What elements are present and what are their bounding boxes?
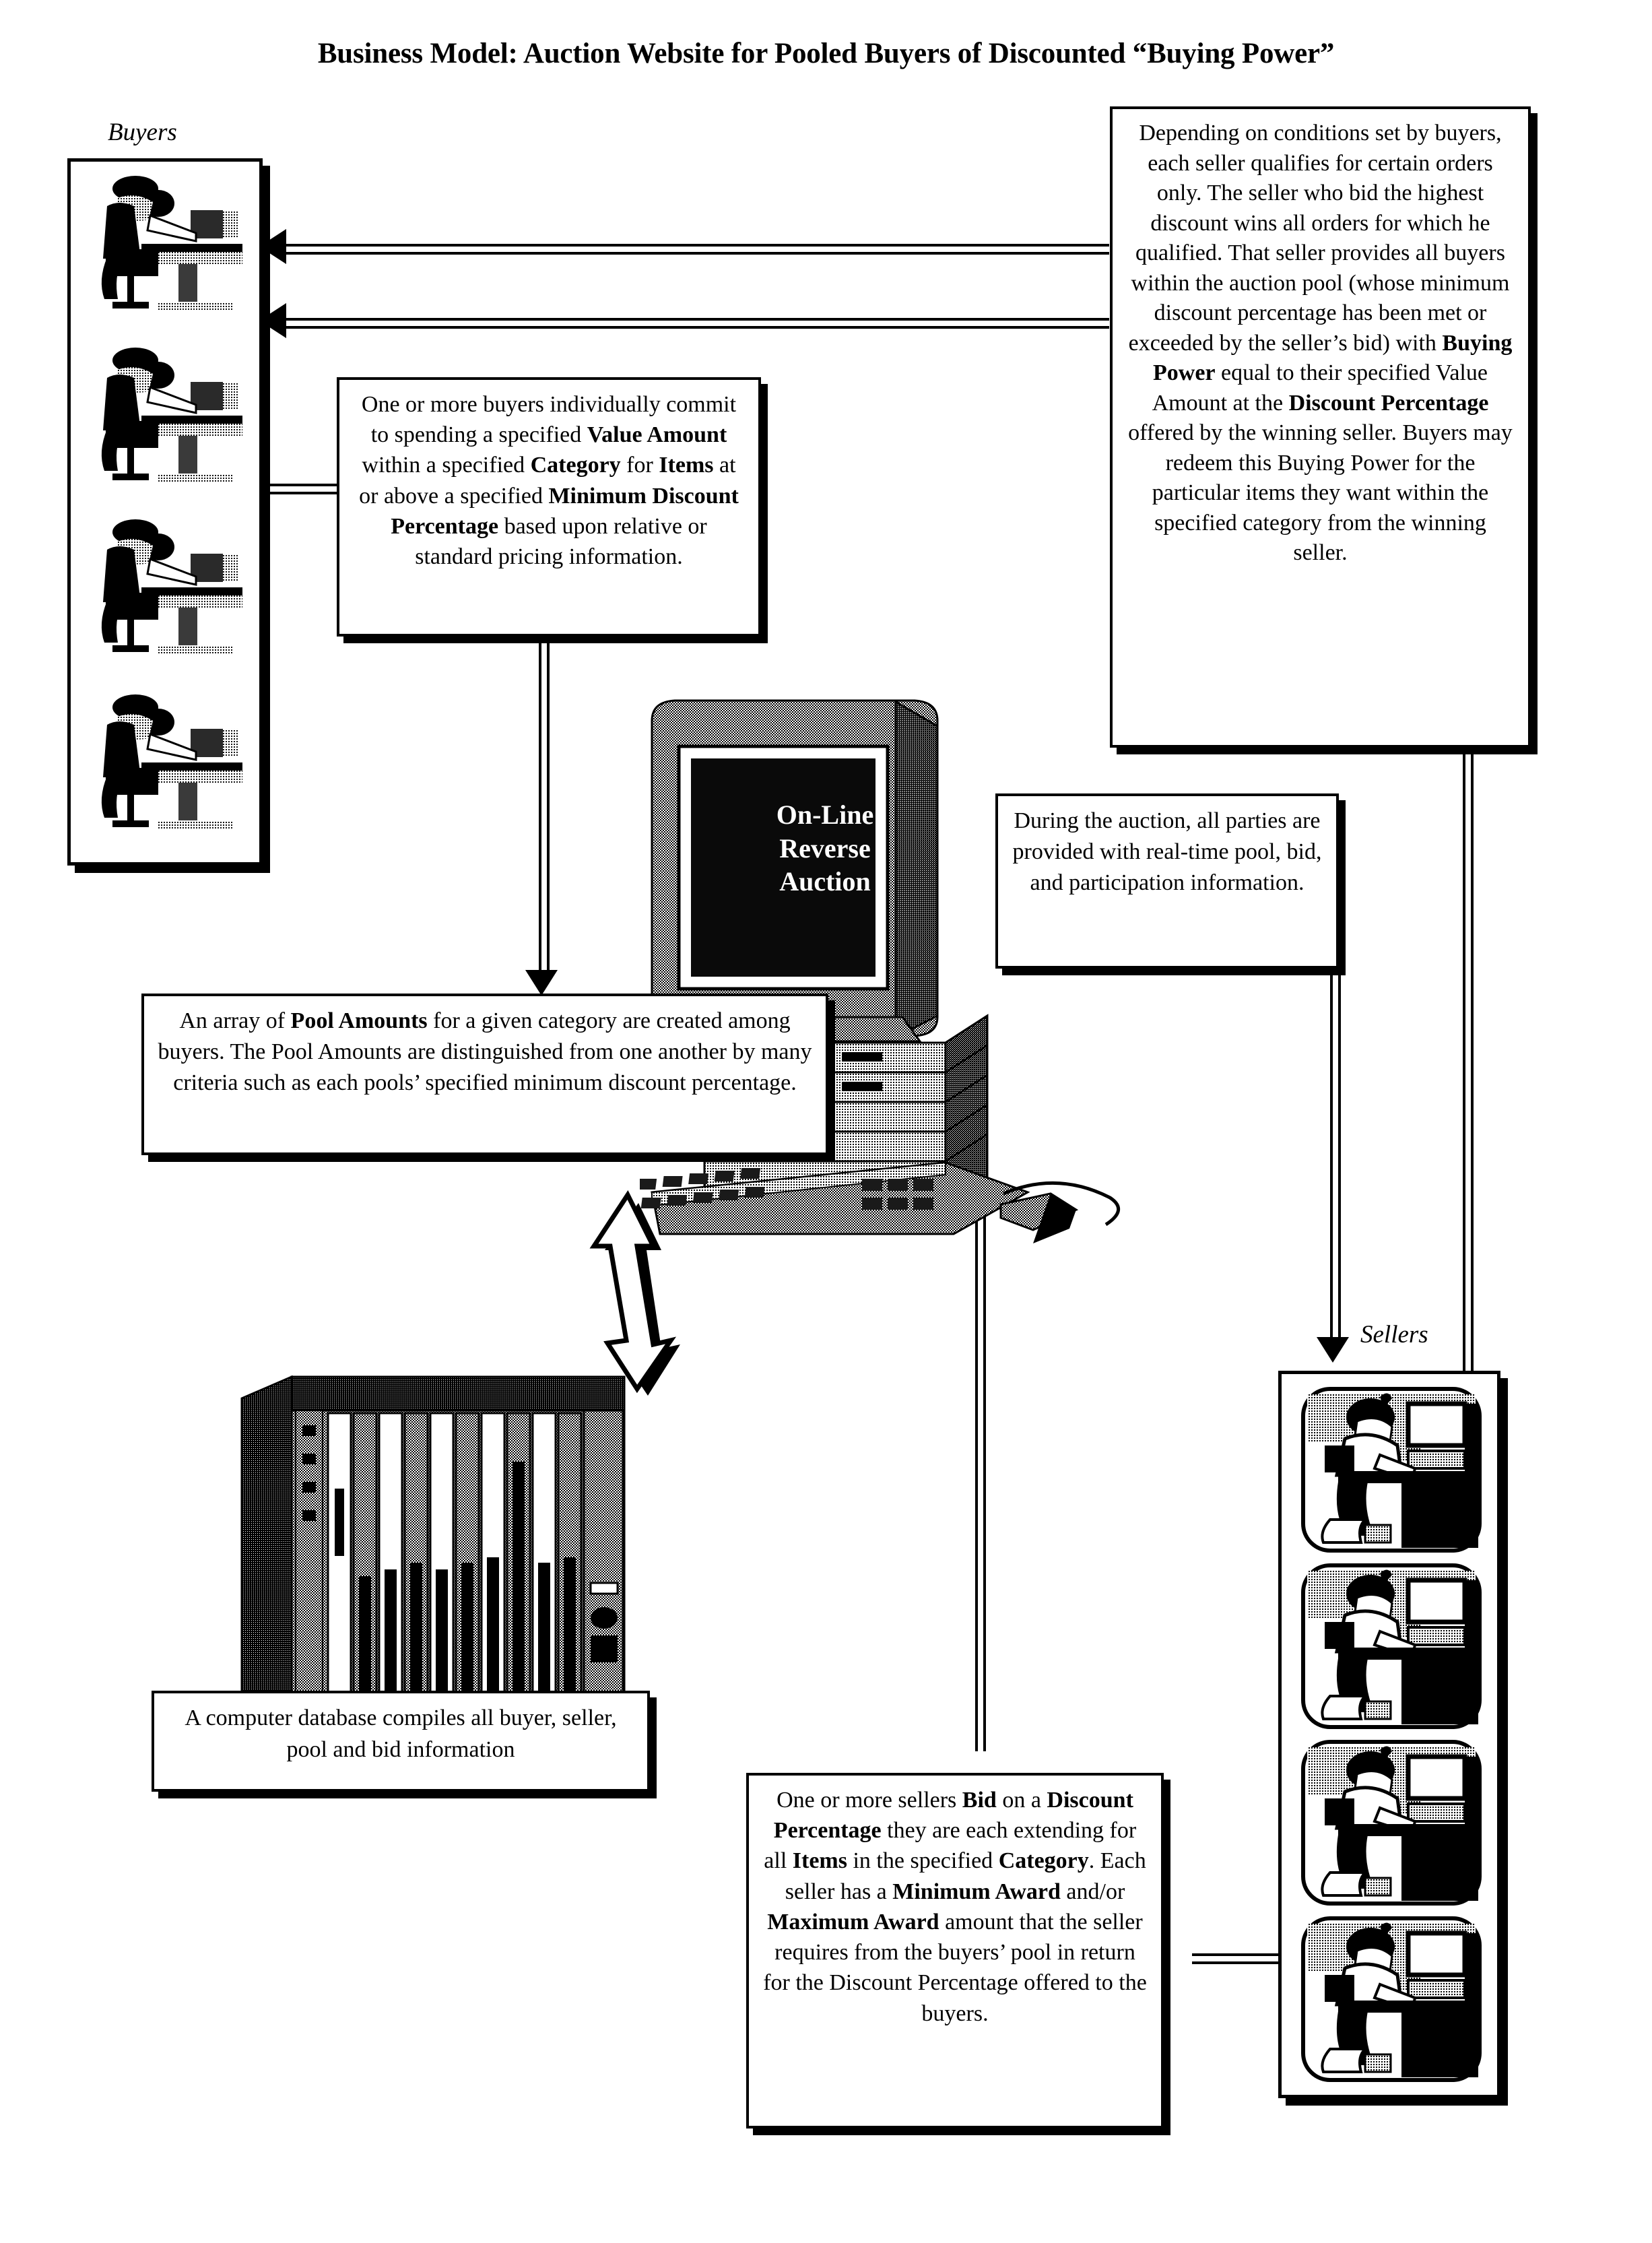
database-box: A computer database compiles all buyer, … — [152, 1691, 650, 1792]
buyers-label: Buyers — [108, 119, 177, 146]
connector-qualifies-to-buyers — [286, 244, 1109, 255]
realtime-info-box: During the auction, all parties are prov… — [995, 793, 1339, 969]
diagram-canvas: Business Model: Auction Website for Pool… — [0, 0, 1652, 2243]
arrow-head-left — [259, 303, 286, 338]
person-at-desk-icon — [77, 512, 249, 667]
page-title: Business Model: Auction Website for Pool… — [317, 38, 1335, 69]
buyers-commit-box: One or more buyers individually commit t… — [337, 377, 761, 637]
person-at-desk-icon — [77, 340, 249, 495]
realtime-info-text: During the auction, all parties are prov… — [1012, 808, 1322, 895]
person-at-desk-icon — [77, 168, 249, 323]
person-at-workstation-icon — [1300, 1739, 1482, 1911]
arrow-head-down — [1317, 1337, 1349, 1363]
sellers-bid-text: One or more sellers Bid on a Discount Pe… — [763, 1788, 1147, 2026]
person-at-workstation-icon — [1300, 1386, 1482, 1558]
person-at-workstation-icon — [1300, 1916, 1482, 2087]
person-at-desk-icon — [77, 687, 249, 842]
connector-commit-to-pool — [539, 633, 550, 978]
sellers-bid-box: One or more sellers Bid on a Discount Pe… — [746, 1773, 1164, 2128]
connector-qualifies-to-sellers — [1463, 754, 1474, 1374]
desktop-computer-icon — [610, 680, 1138, 1260]
buyers-group-frame — [67, 158, 263, 866]
sellers-label: Sellers — [1360, 1321, 1428, 1348]
arrow-head-down — [525, 970, 558, 996]
pool-amounts-box: An array of Pool Amounts for a given cat… — [141, 994, 828, 1155]
seller-qualifies-text: Depending on conditions set by buyers, e… — [1128, 121, 1513, 566]
buyers-commit-text: One or more buyers individually commit t… — [359, 392, 739, 570]
connector-qualifies-to-buyers-2 — [286, 318, 1109, 329]
connector-bid-to-sellers — [1192, 1953, 1280, 1964]
connector-realtime-to-sellers — [1330, 967, 1341, 1344]
sellers-group-frame — [1278, 1371, 1500, 2098]
database-text: A computer database compiles all buyer, … — [185, 1705, 617, 1762]
pool-amounts-text: An array of Pool Amounts for a given cat… — [158, 1008, 812, 1095]
arrow-head-left — [259, 229, 286, 264]
person-at-workstation-icon — [1300, 1563, 1482, 1734]
seller-qualifies-box: Depending on conditions set by buyers, e… — [1110, 106, 1531, 748]
connector-buyers-to-commit — [263, 484, 337, 494]
connector-bid-to-pc — [975, 1199, 986, 1751]
